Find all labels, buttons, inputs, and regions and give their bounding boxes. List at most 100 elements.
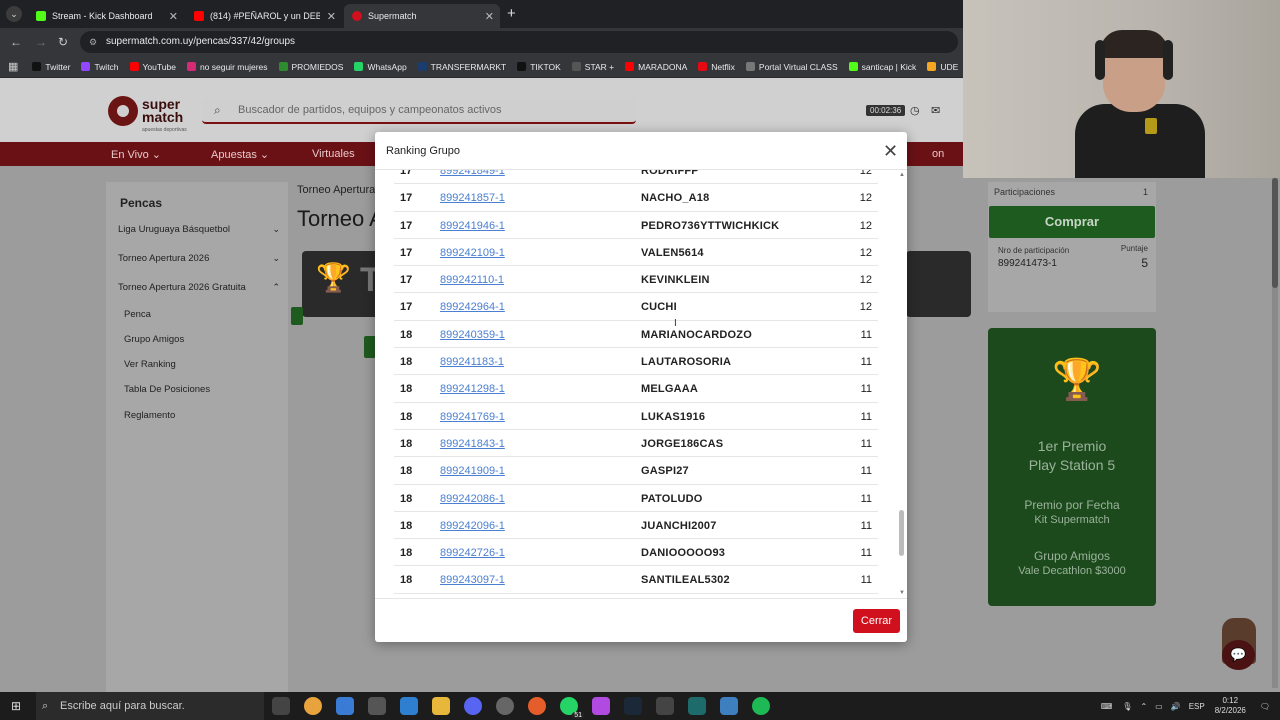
ranking-list[interactable]: 17 899241849-1 RODRIFFP 12 17 899241857-1 NACH… <box>375 170 907 598</box>
whatsapp-icon[interactable]: 51 <box>560 697 584 719</box>
discord-icon[interactable] <box>464 697 482 715</box>
notifications-icon[interactable]: 🗨 <box>1260 702 1270 711</box>
sidebar-sub-tabla[interactable]: Tabla De Posiciones <box>124 384 210 395</box>
participation-link[interactable]: 899243097-1 <box>440 574 505 586</box>
defender-icon[interactable] <box>720 697 738 715</box>
network-icon[interactable]: ▭ <box>1155 702 1163 711</box>
scroll-up-icon[interactable]: ▲ <box>899 172 905 178</box>
bookmark-item[interactable]: Twitter <box>32 62 70 72</box>
keyboard-icon[interactable]: ⌨ <box>1101 702 1113 711</box>
nav-en-vivo[interactable]: En Vivo ⌄ <box>111 148 161 161</box>
participation-link[interactable]: 899242096-1 <box>440 520 505 532</box>
supermatch-logo-icon[interactable] <box>108 96 138 126</box>
sidebar-sub-ver-ranking[interactable]: Ver Ranking <box>124 359 176 370</box>
sidebar-item-apertura[interactable]: Torneo Apertura 2026 ⌄ <box>118 253 280 264</box>
bookmark-label: STAR + <box>584 61 615 72</box>
close-tab-icon[interactable]: ✕ <box>485 10 494 23</box>
participation-link[interactable]: 899241909-1 <box>440 465 505 477</box>
volume-icon[interactable]: 🔊 <box>1171 702 1181 711</box>
sidebar-sub-penca[interactable]: Penca <box>124 309 151 320</box>
bookmark-item[interactable]: MARADONA <box>625 62 687 72</box>
participation-link[interactable]: 899241857-1 <box>440 192 505 204</box>
chrome-icon[interactable] <box>304 697 322 715</box>
apps-grid-icon[interactable]: ▦ <box>8 60 18 73</box>
new-tab-icon[interactable]: + <box>507 5 516 22</box>
reload-icon[interactable]: ↻ <box>58 35 68 49</box>
participation-link[interactable]: 899241849-1 <box>440 170 505 177</box>
bookmark-item[interactable]: santicap | Kick <box>848 62 916 72</box>
buy-button[interactable]: Comprar <box>989 206 1155 238</box>
nav-apuestas[interactable]: Apuestas ⌄ <box>211 148 269 161</box>
tab-search-icon[interactable]: ⌄ <box>6 6 22 22</box>
bookmark-item[interactable]: UDE <box>927 62 958 72</box>
task-view-icon[interactable] <box>272 697 290 715</box>
participation-link[interactable]: 899241183-1 <box>440 356 504 368</box>
participation-link[interactable]: 899241843-1 <box>440 438 505 450</box>
bookmark-item[interactable]: STAR + <box>571 61 615 72</box>
obs-icon[interactable] <box>496 697 514 715</box>
modal-scrollbar[interactable]: ▲ ▼ <box>898 170 906 598</box>
participation-link[interactable]: 899242726-1 <box>440 547 505 559</box>
participation-link[interactable]: 899241946-1 <box>440 220 505 232</box>
cerrar-button[interactable]: Cerrar <box>853 609 900 633</box>
tab-kick-dashboard[interactable]: Stream - Kick Dashboard ✕ <box>28 4 184 28</box>
sidebar-item-liga-uruguaya[interactable]: Liga Uruguaya Básquetbol ⌄ <box>118 224 280 235</box>
taskbar-search-input[interactable]: ⌕ Escribe aquí para buscar. <box>36 692 264 720</box>
mail-app-icon[interactable] <box>400 697 418 715</box>
scrollbar-thumb[interactable] <box>1272 178 1278 288</box>
bookmark-item[interactable]: TIKTOK <box>517 62 561 72</box>
site-search-input[interactable]: ⌕ Buscador de partidos, equipos y campeo… <box>202 98 636 124</box>
site-info-icon[interactable]: ⚙ <box>89 31 97 53</box>
language-indicator[interactable]: ESP <box>1189 702 1205 711</box>
participation-link[interactable]: 899240359-1 <box>440 329 505 341</box>
bookmark-item[interactable]: Twitch <box>81 62 119 72</box>
nav-virtuales[interactable]: Virtuales <box>312 148 355 160</box>
participation-link[interactable]: 899242964-1 <box>440 301 505 313</box>
app-icon[interactable] <box>528 697 546 715</box>
app-icon[interactable] <box>592 697 610 715</box>
bookmark-item[interactable]: Portal Virtual CLASS <box>745 62 838 72</box>
mic-icon[interactable]: 🎙 <box>1122 702 1132 711</box>
participation-link[interactable]: 899241298-1 <box>440 383 505 395</box>
app-icon[interactable] <box>368 697 386 715</box>
chat-icon[interactable]: 💬 <box>1222 640 1255 670</box>
sidebar-item-apertura-gratuita[interactable]: Torneo Apertura 2026 Gratuita ⌃ <box>118 282 280 293</box>
sidebar-sub-grupo-amigos[interactable]: Grupo Amigos <box>124 334 184 345</box>
bookmark-item[interactable]: YouTube <box>129 62 176 72</box>
chevron-up-icon[interactable]: ⌃ <box>1140 702 1147 711</box>
forward-icon[interactable]: → <box>35 35 47 49</box>
clock[interactable]: 0:12 8/2/2026 <box>1215 696 1246 716</box>
scroll-down-icon[interactable]: ▼ <box>899 590 905 596</box>
close-icon[interactable]: ✕ <box>883 142 898 160</box>
copilot-icon[interactable] <box>336 697 354 715</box>
spotify-icon[interactable] <box>752 697 770 715</box>
app-icon[interactable] <box>688 697 706 715</box>
close-tab-icon[interactable]: ✕ <box>327 10 336 23</box>
participation-link[interactable]: 899242109-1 <box>440 247 505 259</box>
participation-link[interactable]: 899242086-1 <box>440 493 505 505</box>
bookmark-item[interactable]: PROMIEDOS <box>278 62 343 72</box>
participation-link[interactable]: 899241769-1 <box>440 411 505 423</box>
history-icon[interactable]: ◷ <box>910 104 920 117</box>
capcut-icon[interactable] <box>656 697 674 715</box>
windows-start-icon[interactable]: ⊞ <box>11 699 21 713</box>
url-input[interactable]: ⚙ supermatch.com.uy/pencas/337/42/groups <box>80 31 958 53</box>
scrollbar-thumb[interactable] <box>899 510 904 556</box>
tab-youtube[interactable]: (814) #PEÑAROL y un DEBUT C ✕ <box>186 4 342 28</box>
steam-icon[interactable] <box>624 697 642 715</box>
bookmark-item[interactable]: TRANSFERMARKT <box>417 62 506 72</box>
page-scrollbar[interactable] <box>1272 178 1278 688</box>
user-add-button[interactable] <box>291 307 303 325</box>
nav-item-fragment[interactable]: on <box>932 148 944 160</box>
participation-link[interactable]: 899242110-1 <box>440 274 504 286</box>
bookmark-item[interactable]: Netflix <box>698 62 735 72</box>
tab-supermatch[interactable]: Supermatch ✕ <box>344 4 500 28</box>
bookmark-item[interactable]: WhatsApp <box>354 62 407 72</box>
sidebar-sub-reglamento[interactable]: Reglamento <box>124 410 175 421</box>
file-explorer-icon[interactable] <box>432 697 450 715</box>
close-tab-icon[interactable]: ✕ <box>169 10 178 23</box>
bookmark-item[interactable]: no seguir mujeres <box>186 62 268 72</box>
mail-icon[interactable]: ✉ <box>931 104 940 117</box>
back-icon[interactable]: ← <box>10 35 22 49</box>
bookmark-label: UDE <box>940 61 959 72</box>
